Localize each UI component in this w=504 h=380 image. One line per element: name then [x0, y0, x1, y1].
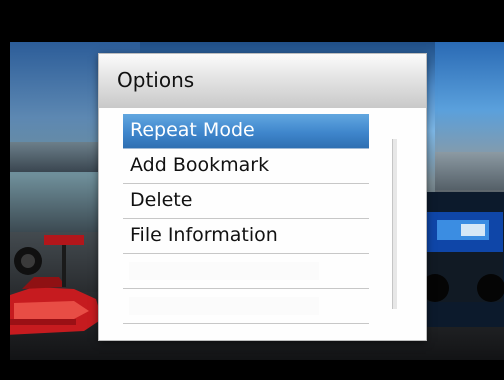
- option-label: File Information: [130, 224, 278, 246]
- option-delete[interactable]: Delete: [123, 184, 369, 219]
- option-label: Delete: [130, 189, 193, 211]
- device-screen: Options Repeat Mode Add Bookmark Delete …: [0, 0, 504, 380]
- option-label: Repeat Mode: [130, 119, 255, 141]
- option-empty-slot: [123, 289, 369, 324]
- video-pillar-right: [435, 152, 504, 190]
- option-label: Add Bookmark: [130, 154, 270, 176]
- option-repeat-mode[interactable]: Repeat Mode: [123, 114, 369, 149]
- options-dialog: Options Repeat Mode Add Bookmark Delete …: [99, 54, 426, 340]
- blue-race-car-image: [415, 192, 504, 327]
- empty-slot-fill: [129, 262, 319, 280]
- dialog-title: Options: [117, 68, 195, 92]
- empty-slot-fill: [129, 297, 319, 315]
- options-list: Repeat Mode Add Bookmark Delete File Inf…: [123, 114, 369, 324]
- option-empty-slot: [123, 254, 369, 289]
- dialog-header: Options: [99, 54, 426, 108]
- scrollbar-thumb[interactable]: [392, 139, 397, 309]
- option-file-information[interactable]: File Information: [123, 219, 369, 254]
- options-scrollbar[interactable]: [390, 139, 398, 309]
- option-add-bookmark[interactable]: Add Bookmark: [123, 149, 369, 184]
